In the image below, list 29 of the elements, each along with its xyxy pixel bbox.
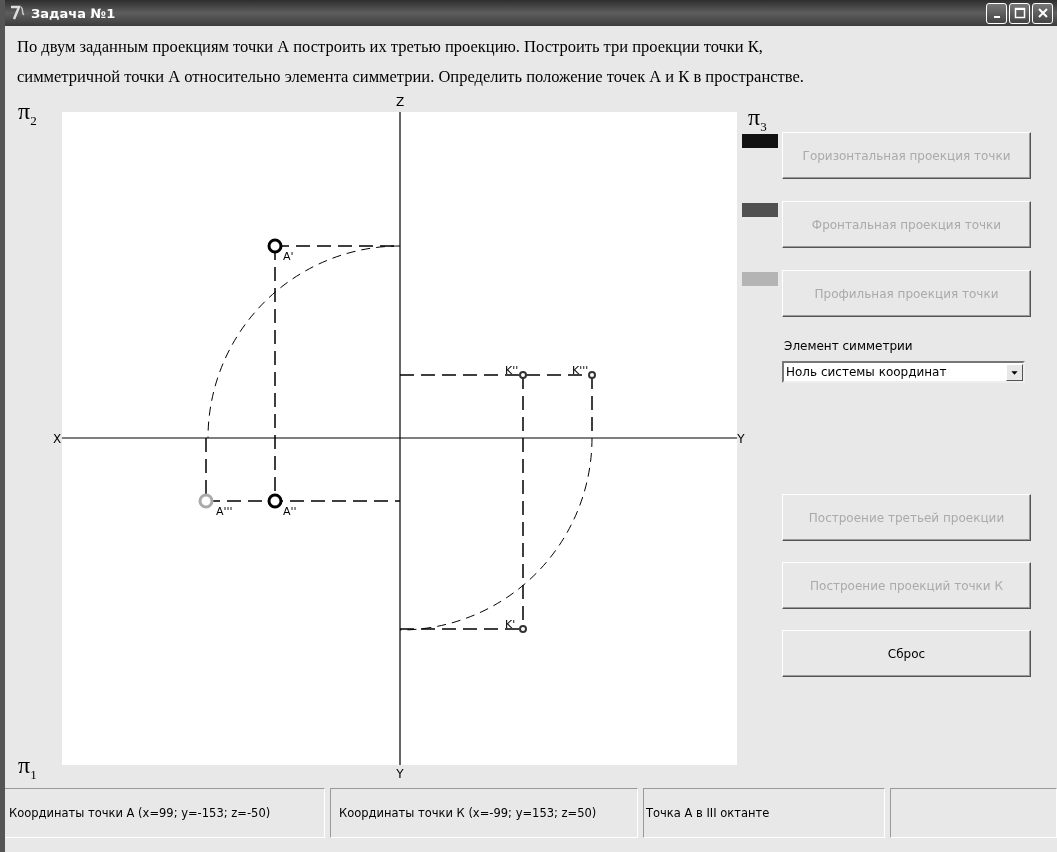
app-icon: [9, 5, 27, 21]
point-label: K'': [505, 364, 519, 377]
plane-label: π$_{3}$: [748, 104, 767, 136]
axis-label: X: [52, 432, 62, 446]
status-panel: Точка А в III октанте: [643, 788, 885, 838]
point-label: K': [505, 618, 516, 631]
window-title: Задача №1: [31, 5, 116, 21]
task-text: симметричной точки А относительно элемента симметрии. Определить положение точек А и К в пространстве.: [17, 66, 805, 88]
symmetry-dropdown[interactable]: Ноль системы координат: [782, 361, 1025, 383]
axis-label: Z: [395, 95, 405, 109]
plane-label: π$_{2}$: [18, 98, 37, 130]
maximize-button[interactable]: [1009, 2, 1030, 24]
maximize-icon: [1013, 7, 1026, 19]
close-button[interactable]: [1032, 2, 1053, 24]
point-label: A'': [283, 505, 297, 518]
task-text: По двум заданным проекциям точки А построить их третью проекцию. Построить три проекции точки К,: [17, 36, 764, 58]
minimize-button[interactable]: [986, 2, 1007, 24]
action-button[interactable]: Сброс: [782, 630, 1031, 677]
axis-label: Y: [737, 432, 745, 446]
status-panel: Координаты точки К (x=-99; y=153; z=50): [330, 788, 638, 838]
point-label: A': [283, 250, 294, 263]
status-panel: Координаты точки А (x=99; y=-153; z=-50): [5, 788, 325, 838]
point-label: K''': [572, 364, 589, 377]
plane-label: π$_{1}$: [18, 752, 37, 784]
point-label: A''': [216, 505, 233, 518]
symmetry-label: Элемент симметрии: [784, 339, 914, 353]
close-icon: [1036, 7, 1049, 19]
minimize-icon: [992, 16, 1001, 18]
axis-label: Y: [396, 767, 404, 781]
